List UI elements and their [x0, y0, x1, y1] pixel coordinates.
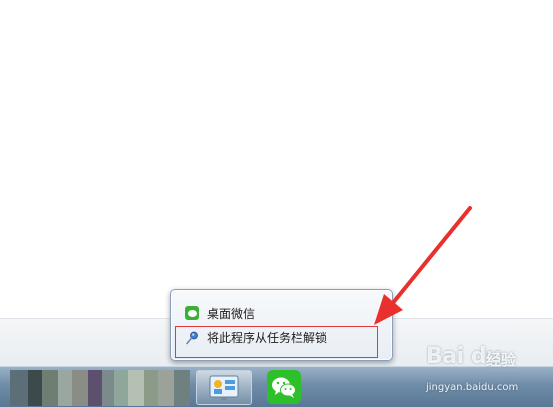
jump-list-item-open-wechat[interactable]: 桌面微信: [179, 302, 384, 324]
wechat-icon: [267, 370, 301, 404]
baidu-jingyan-watermark: Bai du 经验 jingyan.baidu.com: [426, 344, 552, 404]
taskbar-button-wechat[interactable]: [260, 368, 308, 406]
watermark-url: jingyan.baidu.com: [426, 382, 519, 393]
wechat-icon: [185, 306, 199, 320]
jump-list-item-label: 桌面微信: [207, 306, 256, 321]
highlight-annotation-box: [175, 326, 378, 358]
taskbar-button-control-panel[interactable]: [196, 370, 252, 405]
blurred-taskbar-icons: [10, 370, 190, 406]
watermark-subtitle: 经验: [486, 351, 517, 369]
desktop-area: [0, 0, 553, 318]
control-panel-icon: [209, 375, 239, 400]
